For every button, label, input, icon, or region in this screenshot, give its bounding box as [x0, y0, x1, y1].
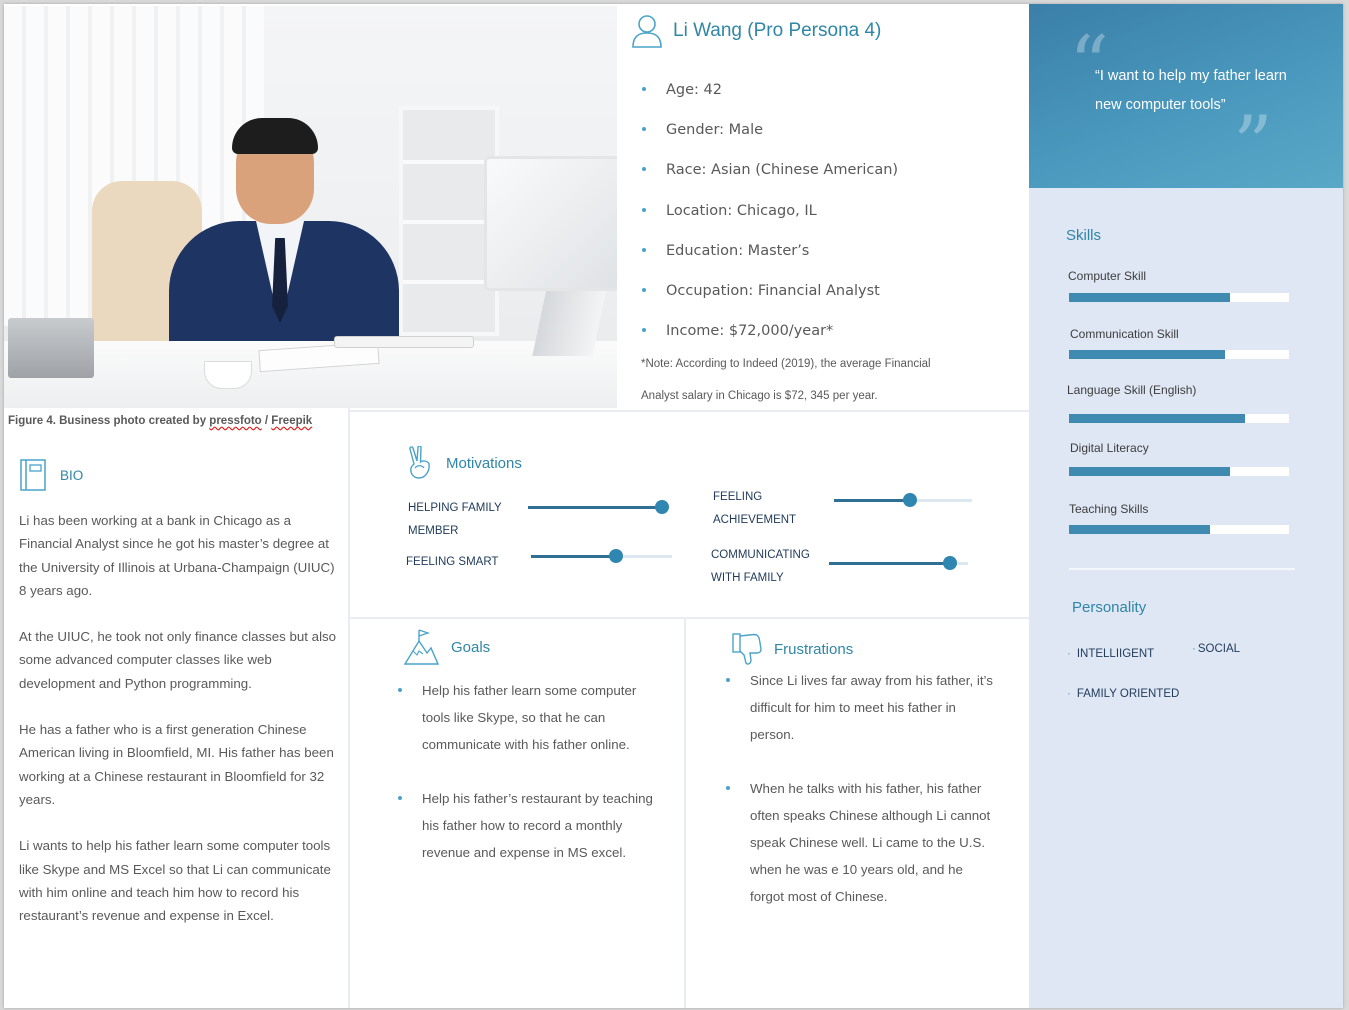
peace-hand-icon: [409, 446, 430, 479]
mountain-flag-icon: [404, 629, 439, 665]
thumbs-down-icon: [732, 633, 762, 665]
bio-paragraph: He has a father who is a first generatio…: [19, 722, 334, 807]
persona-title: Li Wang (Pro Persona 4): [673, 20, 882, 41]
photo-credit-separator: /: [261, 415, 272, 427]
persona-facts: Age: 42 Gender: Male Race: Asian (Chines…: [640, 70, 898, 351]
personality-heading: Personality: [1072, 599, 1147, 616]
fact-occupation: Occupation: Financial Analyst: [640, 271, 898, 311]
skill-bar: [1069, 467, 1289, 476]
photo-cup: [204, 361, 252, 389]
motivation-slider-fill: [528, 506, 663, 509]
book-icon: [20, 459, 46, 491]
side-divider: [1069, 568, 1295, 570]
photo-credit: Figure 4. Business photo created by pres…: [8, 415, 312, 427]
skill-bar-fill: [1069, 293, 1230, 302]
skill-bar: [1069, 414, 1289, 423]
fact-income: Income: $72,000/year*: [640, 311, 898, 351]
skill-bar: [1069, 350, 1289, 359]
goal-item: Help his father learn some computer tool…: [396, 677, 656, 758]
motivation-slider-knob[interactable]: [942, 556, 957, 570]
divider: [684, 619, 686, 1008]
photo-keyboard: [334, 336, 474, 348]
side-panel: Skills Computer Skill Communication Skil…: [1029, 188, 1343, 1008]
fact-age: Age: 42: [640, 70, 898, 110]
bio-paragraph: At the UIUC, he took not only finance cl…: [19, 629, 337, 691]
fact-location: Location: Chicago, IL: [640, 191, 898, 231]
quote-panel: “ ” “I want to help my father learn new …: [1029, 4, 1343, 188]
skill-bar-fill: [1069, 525, 1210, 534]
salary-note: *Note: According to Indeed (2019), the a…: [641, 348, 961, 412]
frustration-item: When he talks with his father, his fathe…: [724, 775, 994, 910]
bio-paragraph: Li wants to help his father learn some c…: [19, 838, 331, 924]
fact-gender: Gender: Male: [640, 110, 898, 150]
skill-bar-fill: [1069, 350, 1226, 359]
photo-monitor: [484, 156, 617, 291]
persona-header: Li Wang (Pro Persona 4): [631, 14, 881, 48]
goals-list: Help his father learn some computer tool…: [396, 677, 656, 893]
bio-heading: BIO: [60, 467, 84, 483]
motivation-label: HELPING FAMILY MEMBER: [408, 502, 502, 537]
skills-heading: Skills: [1066, 227, 1102, 244]
personality-trait: · FAMILY ORIENTED: [1067, 688, 1180, 700]
motivations-header: Motivations: [406, 446, 522, 480]
bio-paragraph: Li has been working at a bank in Chicago…: [19, 513, 335, 598]
salary-note-line1: *Note: According to Indeed (2019), the a…: [641, 358, 931, 370]
divider: [350, 410, 1029, 412]
skill-label: Communication Skill: [1070, 327, 1179, 341]
skill-bar: [1069, 525, 1289, 534]
goal-item: Help his father’s restaurant by teaching…: [396, 785, 656, 866]
photo-hair: [232, 118, 318, 154]
motivation-label: FEELING SMART: [406, 556, 499, 568]
motivation-label: COMMUNICATING WITH FAMILY: [711, 549, 810, 584]
motivation-slider-knob[interactable]: [608, 549, 623, 563]
frustrations-header: Frustrations: [732, 633, 853, 666]
salary-note-line2: Analyst salary in Chicago is $72, 345 pe…: [641, 390, 878, 402]
user-icon: [632, 15, 662, 48]
motivation-slider[interactable]: [834, 493, 972, 507]
motivation-slider-fill: [531, 555, 616, 558]
divider: [350, 617, 1029, 619]
persona-photo: [4, 6, 617, 408]
skill-label: Computer Skill: [1068, 269, 1147, 283]
frustration-item: Since Li lives far away from his father,…: [724, 667, 994, 748]
motivation-slider[interactable]: [829, 556, 968, 570]
frustrations-list: Since Li lives far away from his father,…: [724, 667, 994, 937]
goals-heading: Goals: [451, 638, 491, 656]
divider: [348, 408, 350, 1008]
motivation-slider-fill: [834, 499, 910, 502]
skill-bar: [1069, 293, 1289, 302]
bio-text: Li has been working at a bank in Chicago…: [19, 509, 339, 950]
photo-credit-prefix: Figure 4. Business photo created by: [8, 415, 210, 427]
photo-laptop: [8, 318, 94, 378]
bio-header: BIO: [20, 459, 83, 491]
personality-trait: · INTELLIIGENT: [1067, 648, 1155, 660]
skill-bar-fill: [1069, 414, 1245, 423]
fact-race: Race: Asian (Chinese American): [640, 150, 898, 190]
skill-bar-fill: [1069, 467, 1230, 476]
motivation-slider[interactable]: [528, 500, 670, 514]
motivations-heading: Motivations: [446, 454, 522, 472]
motivation-slider-fill: [829, 562, 950, 565]
frustrations-heading: Frustrations: [774, 641, 854, 658]
quote-text: “I want to help my father learn new comp…: [1095, 68, 1287, 113]
skill-label: Digital Literacy: [1070, 441, 1149, 455]
skill-label: Teaching Skills: [1069, 502, 1149, 516]
motivation-slider-knob[interactable]: [902, 493, 917, 507]
fact-education: Education: Master’s: [640, 231, 898, 271]
goals-header: Goals: [404, 629, 490, 665]
motivation-slider[interactable]: [531, 549, 672, 563]
photo-credit-author-link[interactable]: pressfoto: [209, 415, 261, 427]
skill-label: Language Skill (English): [1067, 383, 1197, 397]
motivation-label: FEELING ACHIEVEMENT: [713, 491, 797, 526]
personality-trait: · SOCIAL: [1192, 643, 1241, 655]
photo-credit-source-link[interactable]: Freepik: [271, 415, 312, 427]
